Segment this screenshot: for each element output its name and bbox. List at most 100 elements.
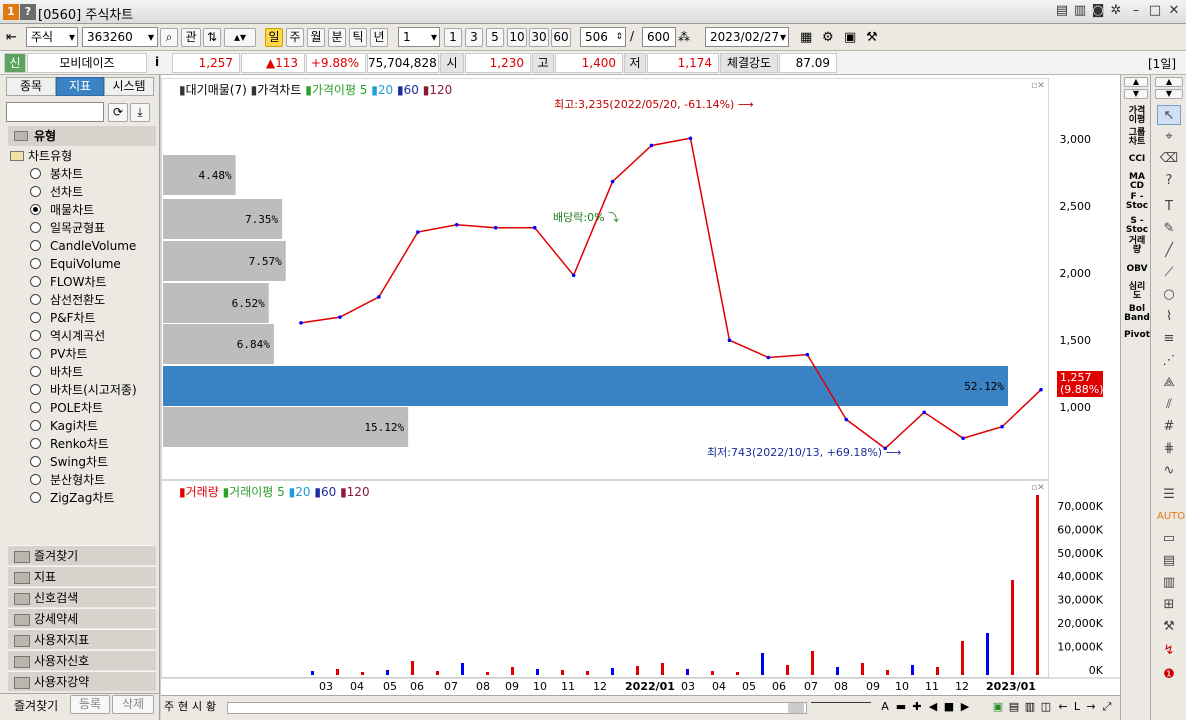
tools-down-icon[interactable]: ▼ [1155, 89, 1183, 99]
chart-type-option[interactable]: 바차트 [30, 363, 83, 381]
compare-icon[interactable]: ⊞ [1157, 595, 1181, 615]
radio-button[interactable] [30, 384, 41, 395]
bottom-tab-2[interactable]: 시 [191, 699, 203, 717]
search-icon[interactable]: ⌕ [160, 28, 178, 47]
chart-settings-icon[interactable]: ▦ [800, 30, 812, 45]
chart-type-option[interactable]: 삼선전환도 [30, 291, 105, 309]
last-icon[interactable]: L [1071, 699, 1083, 717]
min-3-button[interactable]: 3 [465, 28, 483, 47]
font-icon[interactable]: A [879, 699, 891, 717]
min-60-button[interactable]: 60 [551, 28, 571, 47]
tools-icon[interactable]: ⚒ [866, 30, 878, 45]
radio-button[interactable] [30, 456, 41, 467]
shortcut-pivot[interactable]: Pivot [1123, 331, 1151, 340]
period-tick[interactable]: 틱 [349, 28, 367, 47]
cycle-icon[interactable]: ⌇ [1157, 307, 1181, 327]
folder-item[interactable]: 지표 [8, 566, 156, 586]
wrench-icon[interactable]: ⚒ [1157, 617, 1181, 637]
doc-tool-icon[interactable]: ▤ [1157, 551, 1181, 571]
shortcut-cci[interactable]: CCI [1123, 155, 1151, 164]
bottom-tab-3[interactable]: 황 [205, 699, 217, 717]
folder-item[interactable]: 사용자지표 [8, 629, 156, 649]
crosshair-icon[interactable]: ⌖ [1157, 127, 1181, 147]
zoom-out-icon[interactable]: ▬ [895, 699, 907, 717]
maximize-icon[interactable]: □ [1147, 3, 1163, 19]
radio-button[interactable] [30, 204, 41, 215]
print-icon[interactable]: ▥ [1023, 699, 1037, 717]
save-icon[interactable]: ▣ [844, 30, 856, 45]
gann-icon[interactable]: ⋰ [1157, 351, 1181, 371]
wave-icon[interactable]: ∿ [1157, 461, 1181, 481]
bottom-tab-1[interactable]: 현 [177, 699, 189, 717]
shortcut-bolband[interactable]: Bol Band [1123, 305, 1151, 323]
volume-panel-close-icon[interactable]: ▫✕ [1031, 483, 1045, 493]
fit-icon[interactable]: ⤢ [1099, 699, 1115, 717]
register-button[interactable]: 등록 [70, 695, 110, 714]
chart-type-option[interactable]: CandleVolume [30, 237, 136, 255]
date-input[interactable]: 2023/02/27 ▾ [705, 27, 789, 47]
radio-button[interactable] [30, 186, 41, 197]
tab-indicators[interactable]: 지표 [56, 77, 104, 96]
indicator-search-input[interactable] [6, 102, 104, 122]
chart-type-option[interactable]: FLOW차트 [30, 273, 107, 291]
cursor-icon[interactable]: ↖ [1157, 105, 1181, 125]
link-icon[interactable]: ⇅ [203, 28, 221, 47]
grid-icon[interactable]: ⁂ [678, 30, 690, 44]
shortcut-group-chart[interactable]: 그룹 차트 [1123, 129, 1151, 147]
tools-up-icon[interactable]: ▲ [1155, 77, 1183, 87]
config-icon[interactable]: ⚙ [822, 30, 834, 45]
radio-button[interactable] [30, 312, 41, 323]
price-tool-icon[interactable]: ↯ [1157, 641, 1181, 661]
updown-icon[interactable]: ▴▾ [224, 28, 256, 47]
scroll-down-icon[interactable]: ▼ [1124, 89, 1148, 99]
period-week[interactable]: 주 [286, 28, 304, 47]
min-1-button[interactable]: 1 [444, 28, 462, 47]
shortcut-fstoc[interactable]: F - Stoc [1123, 193, 1151, 211]
play-icon[interactable]: ▶ [959, 699, 971, 717]
close-icon[interactable]: ✕ [1166, 3, 1182, 19]
stop-icon[interactable]: ■ [943, 699, 955, 717]
delete-button[interactable]: 삭제 [112, 695, 154, 714]
reset-icon[interactable]: ◀ [927, 699, 939, 717]
window-icon[interactable]: ▥ [1072, 3, 1088, 19]
radio-button[interactable] [30, 402, 41, 413]
trendline-icon[interactable]: ╱ [1157, 241, 1181, 261]
favorites-footer[interactable]: 즐겨찾기 [14, 697, 58, 714]
channel-icon[interactable]: ⫽ [1157, 395, 1181, 415]
chart-type-option[interactable]: 일목균형표 [30, 219, 105, 237]
folder-item[interactable]: 신호검색 [8, 587, 156, 607]
fibo-icon[interactable]: ≡ [1157, 329, 1181, 349]
panel-close-icon[interactable]: ▫✕ [1031, 81, 1045, 91]
stock-code-input[interactable]: 363260 ▾ [82, 27, 158, 47]
horizontal-scrollbar[interactable] [227, 702, 807, 714]
min-5-button[interactable]: 5 [486, 28, 504, 47]
radio-button[interactable] [30, 168, 41, 179]
window-tool-icon[interactable]: ▭ [1157, 529, 1181, 549]
download-icon[interactable]: ⤓ [130, 103, 150, 122]
chart-area[interactable]: 4.48% 7.35% 7.57% 6.52% 6.84% 52.12% 15.12% 3,… [161, 75, 1120, 720]
andrews-icon[interactable]: ⋕ [1157, 439, 1181, 459]
info-button[interactable]: i [155, 55, 159, 69]
shortcut-obv[interactable]: OBV [1123, 265, 1151, 274]
chart-type-group[interactable]: 차트유형 [10, 147, 72, 165]
chart-type-option[interactable]: EquiVolume [30, 255, 121, 273]
fan-icon[interactable]: ⟁ [1157, 373, 1181, 393]
circle-icon[interactable]: ○ [1157, 285, 1181, 305]
chart-type-option[interactable]: 봉차트 [30, 165, 83, 183]
period-year[interactable]: 년 [370, 28, 388, 47]
zoom-in-icon[interactable]: ✚ [911, 699, 923, 717]
chart-type-option[interactable]: Renko차트 [30, 435, 109, 453]
text-tool-icon[interactable]: T [1157, 197, 1181, 217]
shortcut-sstoc[interactable]: S - Stoc [1123, 217, 1151, 235]
section-header[interactable]: 유형 [8, 126, 156, 146]
radio-button[interactable] [30, 294, 41, 305]
shortcut-volume[interactable]: 거래 량 [1123, 237, 1151, 255]
level-icon[interactable]: ☰ [1157, 485, 1181, 505]
radio-button[interactable] [30, 348, 41, 359]
chart-type-option[interactable]: 선차트 [30, 183, 83, 201]
radio-button[interactable] [30, 240, 41, 251]
refresh-icon[interactable]: ⟳ [108, 103, 128, 122]
shortcut-macd[interactable]: MA CD [1123, 173, 1151, 191]
chart-type-option[interactable]: ZigZag차트 [30, 489, 114, 507]
radio-button[interactable] [30, 438, 41, 449]
